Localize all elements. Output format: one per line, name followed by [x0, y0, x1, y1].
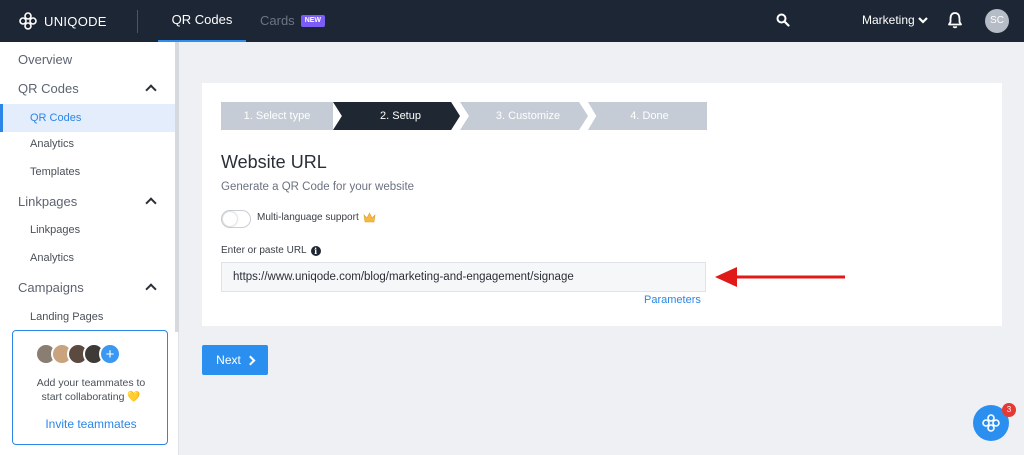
add-teammate-icon[interactable]: + — [99, 343, 121, 365]
invite-teammates-card: + Add your teammates to start collaborat… — [12, 330, 168, 445]
chevron-up-icon — [145, 197, 157, 209]
sidebar-item-label: Analytics — [30, 252, 75, 264]
tab-cards-label: Cards — [260, 13, 295, 28]
chevron-up-icon — [145, 84, 157, 96]
url-input[interactable] — [221, 262, 706, 292]
page-title: Website URL — [221, 152, 327, 172]
sidebar: Overview QR Codes QR Codes Analytics Tem… — [0, 42, 179, 455]
sidebar-item-landing-pages[interactable]: Landing Pages — [0, 307, 175, 327]
step-setup[interactable]: 2. Setup — [333, 102, 460, 130]
url-label-text: Enter or paste URL — [221, 245, 307, 256]
next-button-label: Next — [216, 353, 241, 367]
chevron-up-icon — [145, 283, 157, 295]
sidebar-item-qr-codes-group[interactable]: QR Codes — [0, 77, 175, 99]
sidebar-item-linkpages-analytics[interactable]: Analytics — [0, 248, 175, 268]
invite-text-line2-label: start collaborating — [41, 391, 125, 403]
red-arrow-annotation — [715, 267, 845, 287]
step-select-type[interactable]: 1. Select type — [221, 102, 333, 130]
tab-cards[interactable]: Cards NEW — [260, 0, 326, 42]
multi-language-label: Multi-language support — [257, 212, 376, 223]
wizard-steps: 1. Select type 3. Customize 4. Done 2. S… — [221, 102, 707, 130]
sidebar-item-label: QR Codes — [30, 112, 82, 124]
sidebar-item-label: QR Codes — [18, 80, 79, 96]
teammate-avatars: + — [35, 343, 121, 365]
uniqode-logo-icon — [19, 12, 37, 30]
sidebar-item-label: Templates — [30, 166, 81, 178]
search-icon[interactable] — [776, 13, 790, 27]
next-button[interactable]: Next — [202, 345, 268, 375]
sidebar-item-label: Linkpages — [18, 193, 78, 209]
sidebar-item-label: Campaigns — [18, 279, 84, 295]
notification-badge: 3 — [1002, 403, 1016, 417]
sidebar-item-label: Analytics — [30, 138, 75, 150]
uniqode-logo[interactable]: UNIQODE — [18, 11, 107, 31]
sidebar-item-linkpages-group[interactable]: Linkpages — [0, 190, 175, 212]
chevron-down-icon — [917, 17, 928, 24]
step-done[interactable]: 4. Done — [588, 102, 707, 130]
step-customize[interactable]: 3. Customize — [460, 102, 588, 130]
multi-language-toggle[interactable] — [221, 210, 251, 228]
chevron-right-icon — [245, 355, 256, 365]
sidebar-item-label: Landing Pages — [30, 311, 104, 323]
sidebar-item-linkpages[interactable]: Linkpages — [0, 220, 175, 240]
url-label: Enter or paste URL i — [221, 245, 321, 256]
info-icon[interactable]: i — [310, 245, 321, 256]
sidebar-item-analytics[interactable]: Analytics — [0, 134, 175, 154]
sidebar-item-label: Linkpages — [30, 224, 81, 236]
heart-icon: 💛 — [127, 391, 141, 403]
page-subtitle: Generate a QR Code for your website — [221, 181, 415, 193]
crown-icon — [363, 212, 376, 223]
user-avatar[interactable]: SC — [985, 9, 1009, 33]
workspace-selector[interactable]: Marketing — [862, 13, 928, 27]
workspace-label: Marketing — [862, 13, 915, 27]
sidebar-item-campaigns-group[interactable]: Campaigns — [0, 276, 175, 298]
sidebar-scrollbar[interactable] — [175, 42, 179, 332]
top-nav-bar: UNIQODE QR Codes Cards NEW Marketing SC — [0, 0, 1024, 42]
invite-text: Add your teammates to start collaboratin… — [13, 376, 169, 404]
new-badge: NEW — [300, 15, 326, 27]
sidebar-item-label: Overview — [18, 51, 73, 67]
sidebar-item-qr-codes[interactable]: QR Codes — [0, 104, 175, 132]
bell-icon[interactable] — [947, 11, 963, 29]
toggle-knob — [223, 212, 237, 226]
sidebar-item-overview[interactable]: Overview — [0, 48, 175, 70]
invite-teammates-link[interactable]: Invite teammates — [13, 417, 169, 431]
invite-text-line2: start collaborating 💛 — [13, 390, 169, 404]
logo-text: UNIQODE — [44, 13, 107, 29]
invite-text-line1: Add your teammates to — [36, 377, 146, 389]
sidebar-item-templates[interactable]: Templates — [0, 162, 175, 182]
tab-qr-codes[interactable]: QR Codes — [158, 0, 246, 42]
divider — [137, 10, 138, 33]
uniqode-logo-icon — [982, 414, 1000, 432]
multi-language-text: Multi-language support — [257, 212, 359, 223]
parameters-link[interactable]: Parameters — [644, 294, 701, 306]
